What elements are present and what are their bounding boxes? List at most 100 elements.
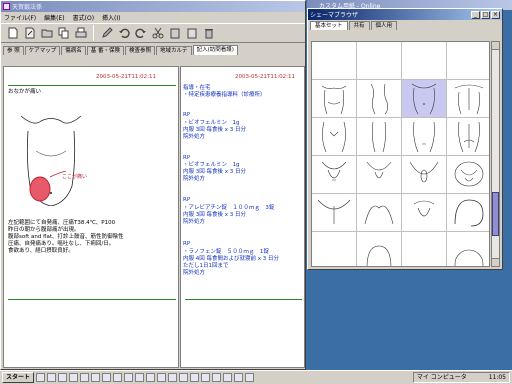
schema-thumb-pelvis-1[interactable] [312, 156, 357, 194]
schema-thumb-back-2[interactable] [447, 118, 489, 156]
delete-button[interactable] [201, 25, 216, 41]
taskbar-app-4[interactable] [69, 373, 79, 382]
chest-front-drawing [322, 121, 346, 153]
chest-outline-drawing [413, 121, 435, 153]
taskbar-app-8[interactable] [113, 373, 123, 382]
taskbar-app-20[interactable] [245, 373, 255, 382]
clipboard-button[interactable] [184, 25, 199, 41]
new-document-button[interactable] [5, 25, 20, 41]
taskbar-app-16[interactable] [201, 373, 211, 382]
taskbar-app-11[interactable] [146, 373, 156, 382]
minimize-button[interactable]: _ [471, 10, 480, 19]
taskbar-app-2[interactable] [47, 373, 57, 382]
tab-diagnosis[interactable]: 傷病名 [61, 46, 86, 55]
folder-button[interactable] [39, 25, 54, 41]
copy-button[interactable] [56, 25, 71, 41]
menu-edit[interactable]: 編集(E) [44, 13, 64, 22]
paste-button[interactable] [167, 25, 182, 41]
pain-annotation: ここが痛い [62, 174, 88, 180]
schema-thumb-14[interactable] [447, 232, 489, 266]
schema-thumb-chest-3[interactable] [402, 118, 447, 156]
redo-button[interactable] [133, 25, 148, 41]
scissors-icon [152, 27, 163, 39]
menu-insert[interactable]: 挿入(I) [102, 13, 120, 22]
right-note-date: 2003-05-21T11:02:11 [235, 74, 296, 80]
schema-thumb-colon[interactable] [447, 194, 489, 232]
tab-shared[interactable]: 共有 [348, 21, 370, 30]
edit-document-button[interactable] [22, 25, 37, 41]
note-divider-bottom [8, 299, 176, 300]
schema-thumb-buttocks-2[interactable] [357, 194, 402, 232]
schema-thumb-2[interactable] [357, 42, 402, 80]
schema-thumb-abdomen-selected[interactable] [402, 80, 447, 118]
schema-thumb-1[interactable] [312, 42, 357, 80]
schema-thumb-4[interactable] [447, 42, 489, 80]
schema-thumb-torso-side[interactable] [357, 80, 402, 118]
taskbar-app-3[interactable] [58, 373, 68, 382]
menu-format[interactable]: 書式(O) [73, 13, 94, 22]
scroll-thumb[interactable] [492, 192, 499, 236]
taskbar-app-6[interactable] [91, 373, 101, 382]
tab-lab-reference[interactable]: 検査参照 [125, 46, 156, 55]
tab-reference[interactable]: 参 照 [3, 46, 24, 55]
schema-thumb-pelvis-2[interactable] [357, 156, 402, 194]
schema-thumb-torso-front[interactable] [312, 80, 357, 118]
maximize-button[interactable]: □ [481, 10, 490, 19]
schema-thumb-3[interactable] [402, 42, 447, 80]
taskbar-app-12[interactable] [157, 373, 167, 382]
taskbar-app-14[interactable] [179, 373, 189, 382]
taskbar-app-5[interactable] [80, 373, 90, 382]
schema-thumb-buttocks[interactable] [312, 194, 357, 232]
tab-insurance[interactable]: 基 番・保険 [86, 46, 125, 55]
schema-scrollbar[interactable] [491, 41, 500, 267]
taskbar-app-15[interactable] [190, 373, 200, 382]
taskbar-app-17[interactable] [212, 373, 222, 382]
undo-button[interactable] [116, 25, 131, 41]
schema-thumb-back[interactable] [447, 80, 489, 118]
taskbar-app-7[interactable] [102, 373, 112, 382]
paste-icon [170, 28, 179, 39]
scroll-up-arrow[interactable] [492, 42, 499, 50]
menu-bar: ファイル(F) 編集(E) 書式(O) 挿入(I) [1, 12, 305, 23]
tab-care-map[interactable]: ケアマップ [24, 46, 61, 55]
cut-button[interactable] [150, 25, 165, 41]
copy-icon [58, 27, 68, 39]
schema-titlebar[interactable]: シェーマブラウザ _ □ × [308, 9, 502, 20]
scroll-down-arrow[interactable] [492, 258, 499, 266]
menu-file[interactable]: ファイル(F) [4, 13, 36, 22]
taskbar-app-13[interactable] [168, 373, 178, 382]
prescription-pane[interactable]: 2003-05-21T11:02:11 指導・在宅 ・特定疾患療養指導料（診療所… [180, 66, 305, 368]
schema-thumb-uterus[interactable] [402, 194, 447, 232]
buttocks-drawing [317, 199, 351, 224]
schema-thumb-perineum[interactable] [402, 156, 447, 194]
tray-my-computer[interactable]: マイ コンピュータ [417, 374, 467, 381]
pencil-icon [101, 27, 113, 38]
note-divider [8, 85, 176, 86]
schema-thumb-13[interactable] [402, 232, 447, 266]
tab-basic-set[interactable]: 基本セット [310, 21, 348, 30]
subjective-pane[interactable]: 2003-05-21T11:02:11 おなかが痛い ここが痛い 左記範囲にて自… [3, 66, 179, 368]
rx-2-body: ・ビオフェルミン 1g 内服 3回 毎食後 x 3 日分 院外処方 [183, 162, 246, 182]
pelvis-2-drawing [366, 161, 392, 179]
rx-3-body: ・アレビアチン錠 １００ｍｇ 3錠 内服 3回 毎食後 x 3 日分 院外処方 [183, 205, 275, 225]
redo-icon [134, 28, 146, 39]
tab-regional-chart[interactable]: 地域カルテ [156, 46, 192, 55]
schema-thumb-12[interactable] [357, 232, 402, 266]
tab-personal[interactable]: 個人用 [370, 21, 398, 30]
tab-entry-nursing[interactable]: 記入(訪問看護) [192, 45, 238, 55]
pencil-button[interactable] [99, 25, 114, 41]
schema-thumb-pelvis-section[interactable] [447, 156, 489, 194]
schema-thumb-11[interactable] [312, 232, 357, 266]
start-button[interactable]: スタート [2, 372, 35, 383]
schema-thumb-chest-front[interactable] [312, 118, 357, 156]
taskbar-app-1[interactable] [36, 373, 46, 382]
close-button[interactable]: × [491, 10, 500, 19]
taskbar-app-9[interactable] [124, 373, 134, 382]
print-button[interactable] [73, 25, 88, 41]
taskbar-app-18[interactable] [223, 373, 233, 382]
schema-thumb-chest-side[interactable] [357, 118, 402, 156]
trash-icon [204, 29, 213, 39]
taskbar-app-19[interactable] [234, 373, 244, 382]
taskbar-app-10[interactable] [135, 373, 145, 382]
main-titlebar[interactable]: 天賀鍛法係 [1, 1, 305, 12]
